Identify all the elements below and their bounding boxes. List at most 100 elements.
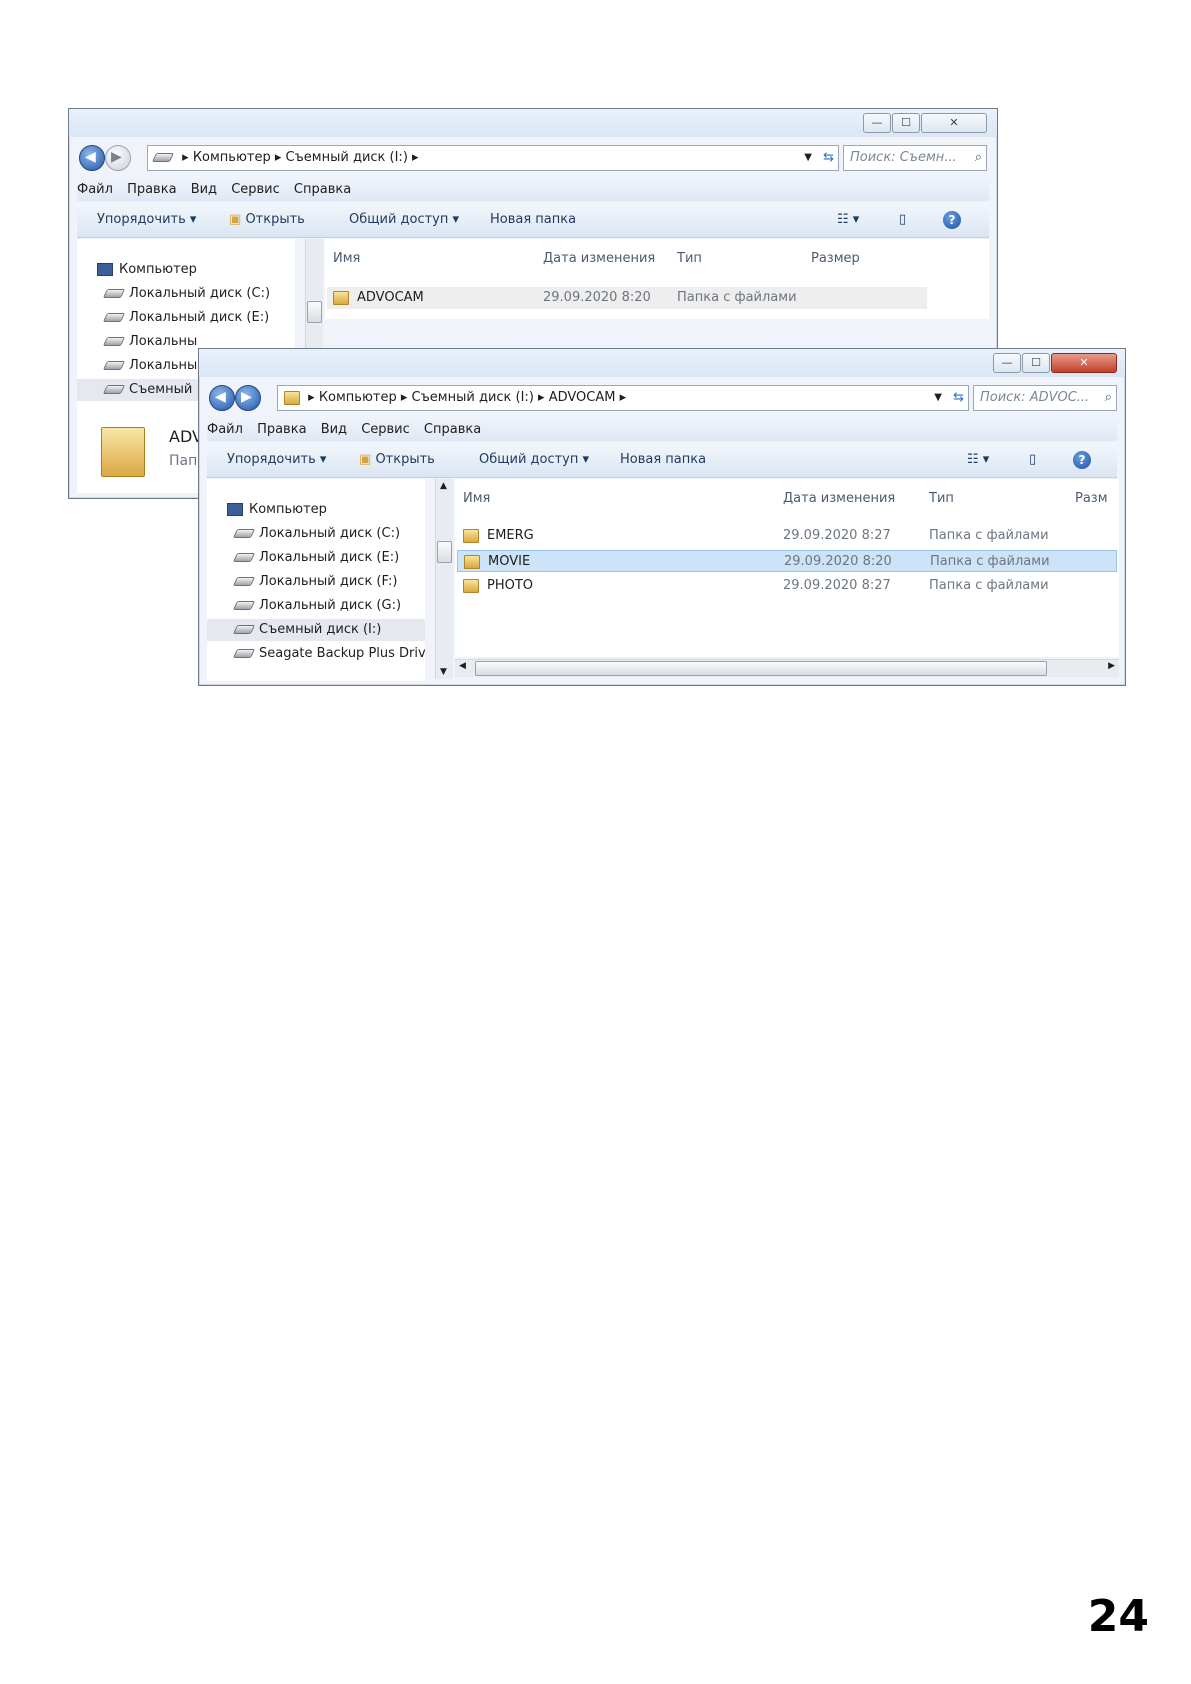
organize-button[interactable]: Упорядочить ▾ — [97, 203, 196, 237]
column-name[interactable]: Имя — [463, 491, 490, 506]
breadcrumb-item[interactable]: Съемный диск (I:) — [286, 150, 408, 165]
menu-help[interactable]: Справка — [294, 182, 351, 197]
scroll-left-icon[interactable]: ◀ — [459, 661, 466, 671]
drive-icon — [232, 601, 256, 610]
maximize-button[interactable]: ☐ — [1022, 353, 1050, 373]
breadcrumb-item[interactable]: Съемный диск (I:) — [412, 390, 534, 405]
column-size[interactable]: Размер — [811, 251, 860, 266]
help-icon[interactable]: ? — [1073, 451, 1091, 469]
search-input[interactable]: Поиск: Съемн... ⌕ — [843, 145, 987, 171]
address-bar[interactable]: ▸ Компьютер ▸ Съемный диск (I:) ▸ ▼ ⇆ — [147, 145, 839, 171]
breadcrumb-separator-icon: ▸ — [182, 150, 189, 165]
column-type[interactable]: Тип — [929, 491, 954, 506]
address-bar[interactable]: ▸ Компьютер ▸ Съемный диск (I:) ▸ ADVOCA… — [277, 385, 969, 411]
back-button[interactable]: ◀ — [79, 145, 105, 171]
breadcrumb-item[interactable]: ADVOCAM — [549, 390, 616, 405]
breadcrumb-item[interactable]: Компьютер — [319, 390, 397, 405]
menu-file[interactable]: Файл — [77, 182, 113, 197]
nav-item-computer[interactable]: Компьютер — [97, 259, 197, 281]
menu-view[interactable]: Вид — [191, 182, 217, 197]
navigation-pane: Компьютер Локальный диск (C:) Локальный … — [207, 479, 425, 681]
nav-item-disk-c[interactable]: Локальный диск (C:) — [232, 523, 400, 545]
table-row[interactable]: EMERG 29.09.2020 8:27 Папка с файлами — [457, 525, 1117, 547]
forward-button[interactable]: ▶ — [235, 385, 261, 411]
nav-item-disk-g[interactable]: Локальный диск (G:) — [232, 595, 401, 617]
menu-tools[interactable]: Сервис — [361, 422, 410, 437]
scroll-thumb[interactable] — [307, 301, 322, 323]
nav-item-disk-f[interactable]: Локальный диск (F:) — [232, 571, 397, 593]
menu-tools[interactable]: Сервис — [231, 182, 280, 197]
arrow-right-icon: ▶ — [111, 149, 122, 165]
table-row[interactable]: MOVIE 29.09.2020 8:20 Папка с файлами — [457, 550, 1117, 572]
nav-item-disk-c[interactable]: Локальный диск (C:) — [102, 283, 270, 305]
title-bar — [199, 349, 1125, 377]
column-type[interactable]: Тип — [677, 251, 702, 266]
maximize-button[interactable]: ☐ — [892, 113, 920, 133]
breadcrumb-separator-icon: ▸ — [274, 150, 282, 165]
minimize-button[interactable]: — — [863, 113, 891, 133]
file-list: Имя Дата изменения Тип Размер ADVOCAM 29… — [325, 239, 989, 319]
close-button[interactable]: ✕ — [921, 113, 987, 133]
nav-item-removable[interactable]: Съемный диск (I:) — [207, 619, 425, 641]
menu-file[interactable]: Файл — [207, 422, 243, 437]
scroll-thumb[interactable] — [437, 541, 452, 563]
column-date[interactable]: Дата изменения — [543, 251, 655, 266]
nav-item-computer[interactable]: Компьютер — [227, 499, 327, 521]
nav-item-disk-f[interactable]: Локальны — [102, 331, 197, 353]
nav-item-disk-e[interactable]: Локальный диск (E:) — [102, 307, 269, 329]
column-name[interactable]: Имя — [333, 251, 360, 266]
open-icon: ▣ — [229, 212, 242, 227]
table-row[interactable]: PHOTO 29.09.2020 8:27 Папка с файлами — [457, 575, 1117, 597]
menu-edit[interactable]: Правка — [257, 422, 306, 437]
dropdown-icon[interactable]: ▼ — [804, 146, 812, 170]
row-date: 29.09.2020 8:20 — [543, 290, 651, 305]
share-button[interactable]: Общий доступ ▾ — [349, 203, 459, 237]
open-button[interactable]: ▣ Открыть — [359, 443, 435, 477]
computer-icon — [227, 503, 243, 516]
view-options-icon[interactable]: ☷ ▾ — [967, 443, 989, 477]
refresh-icon[interactable]: ⇆ — [953, 386, 964, 410]
nav-scrollbar[interactable]: ▲ ▼ — [435, 479, 453, 679]
search-input[interactable]: Поиск: ADVOC... ⌕ — [973, 385, 1117, 411]
menu-edit[interactable]: Правка — [127, 182, 176, 197]
new-folder-button[interactable]: Новая папка — [490, 203, 576, 237]
nav-item-seagate[interactable]: Seagate Backup Plus Drive — [232, 643, 425, 665]
nav-scrollbar[interactable] — [305, 239, 323, 359]
drive-icon — [232, 649, 256, 658]
forward-button[interactable]: ▶ — [105, 145, 131, 171]
nav-item-disk-g[interactable]: Локальны — [102, 355, 197, 377]
column-date[interactable]: Дата изменения — [783, 491, 895, 506]
dropdown-icon[interactable]: ▼ — [934, 386, 942, 410]
search-icon: ⌕ — [1104, 390, 1112, 405]
preview-pane-icon[interactable]: ▯ — [1029, 443, 1036, 477]
breadcrumb-separator-icon: ▸ — [538, 390, 545, 405]
menu-view[interactable]: Вид — [321, 422, 347, 437]
menu-bar: Файл Правка Вид Сервис Справка — [207, 419, 1117, 441]
preview-pane-icon[interactable]: ▯ — [899, 203, 906, 237]
help-icon[interactable]: ? — [943, 211, 961, 229]
view-options-icon[interactable]: ☷ ▾ — [837, 203, 859, 237]
menu-help[interactable]: Справка — [424, 422, 481, 437]
table-row[interactable]: ADVOCAM 29.09.2020 8:20 Папка с файлами — [327, 287, 927, 309]
scroll-up-icon[interactable]: ▲ — [440, 481, 447, 491]
scroll-thumb[interactable] — [475, 661, 1047, 676]
scroll-right-icon[interactable]: ▶ — [1108, 661, 1115, 671]
scroll-down-icon[interactable]: ▼ — [440, 667, 447, 677]
column-size[interactable]: Разм — [1075, 491, 1108, 506]
row-date: 29.09.2020 8:27 — [783, 578, 891, 593]
breadcrumb-item[interactable]: Компьютер — [193, 150, 271, 165]
horizontal-scrollbar[interactable]: ◀ ▶ — [455, 659, 1119, 677]
command-bar: Упорядочить ▾ ▣ Открыть Общий доступ ▾ Н… — [207, 443, 1117, 478]
minimize-button[interactable]: — — [993, 353, 1021, 373]
share-button[interactable]: Общий доступ ▾ — [479, 443, 589, 477]
back-button[interactable]: ◀ — [209, 385, 235, 411]
open-button[interactable]: ▣ Открыть — [229, 203, 305, 237]
refresh-icon[interactable]: ⇆ — [823, 146, 834, 170]
nav-item-disk-e[interactable]: Локальный диск (E:) — [232, 547, 399, 569]
organize-button[interactable]: Упорядочить ▾ — [227, 443, 326, 477]
close-button[interactable]: ✕ — [1051, 353, 1117, 373]
file-list: Имя Дата изменения Тип Разм EMERG 29.09.… — [455, 479, 1119, 657]
new-folder-button[interactable]: Новая папка — [620, 443, 706, 477]
drive-icon — [102, 385, 126, 394]
folder-icon — [101, 427, 145, 477]
